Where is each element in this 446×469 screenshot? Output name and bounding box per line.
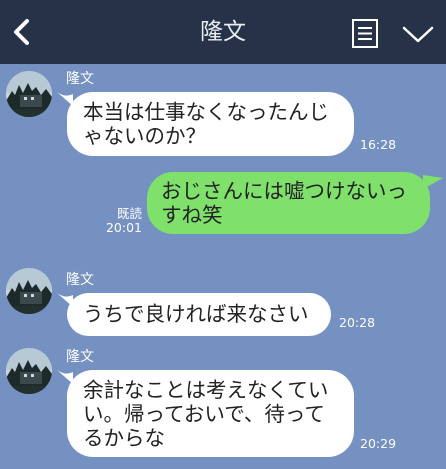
message-bubble[interactable]: おじさんには嘘つけないっすね笑 — [147, 172, 430, 234]
avatar[interactable] — [6, 71, 52, 117]
message-text: 余計なことは考えなくていい。帰っておいで、待ってるからな — [83, 378, 329, 450]
avatar[interactable] — [6, 268, 52, 314]
sender-name: 隆文 — [66, 272, 94, 288]
message-bubble[interactable]: 余計なことは考えなくていい。帰っておいで、待ってるからな — [67, 370, 354, 457]
chat-header: 隆文 — [0, 0, 446, 64]
message-time: 20:28 — [339, 315, 376, 330]
menu-button[interactable] — [351, 18, 379, 49]
sender-name: 隆文 — [66, 71, 94, 87]
bubble-tail — [423, 175, 443, 189]
message-text: 本当は仕事なくなったんじゃないのか？ — [83, 100, 329, 148]
list-icon — [352, 19, 378, 48]
message-bubble[interactable]: うちで良ければ来なさい — [67, 293, 331, 336]
message-text: うちで良ければ来なさい — [83, 302, 309, 326]
message-time: 20:29 — [360, 436, 397, 451]
message-bubble[interactable]: 本当は仕事なくなったんじゃないのか？ — [67, 92, 354, 156]
avatar-photo-icon — [6, 71, 52, 117]
message-text: おじさんには嘘つけないっすね笑 — [161, 179, 407, 227]
sender-name: 隆文 — [66, 349, 94, 365]
expand-button[interactable] — [401, 22, 435, 46]
avatar[interactable] — [6, 348, 52, 394]
chat-title: 隆文 — [200, 19, 246, 45]
avatar-photo-icon — [6, 268, 52, 314]
message-time: 20:01 — [105, 220, 142, 235]
message-time: 16:28 — [360, 137, 397, 152]
avatar-photo-icon — [6, 348, 52, 394]
chevron-down-icon — [402, 26, 434, 43]
read-receipt: 既読 — [116, 206, 142, 221]
